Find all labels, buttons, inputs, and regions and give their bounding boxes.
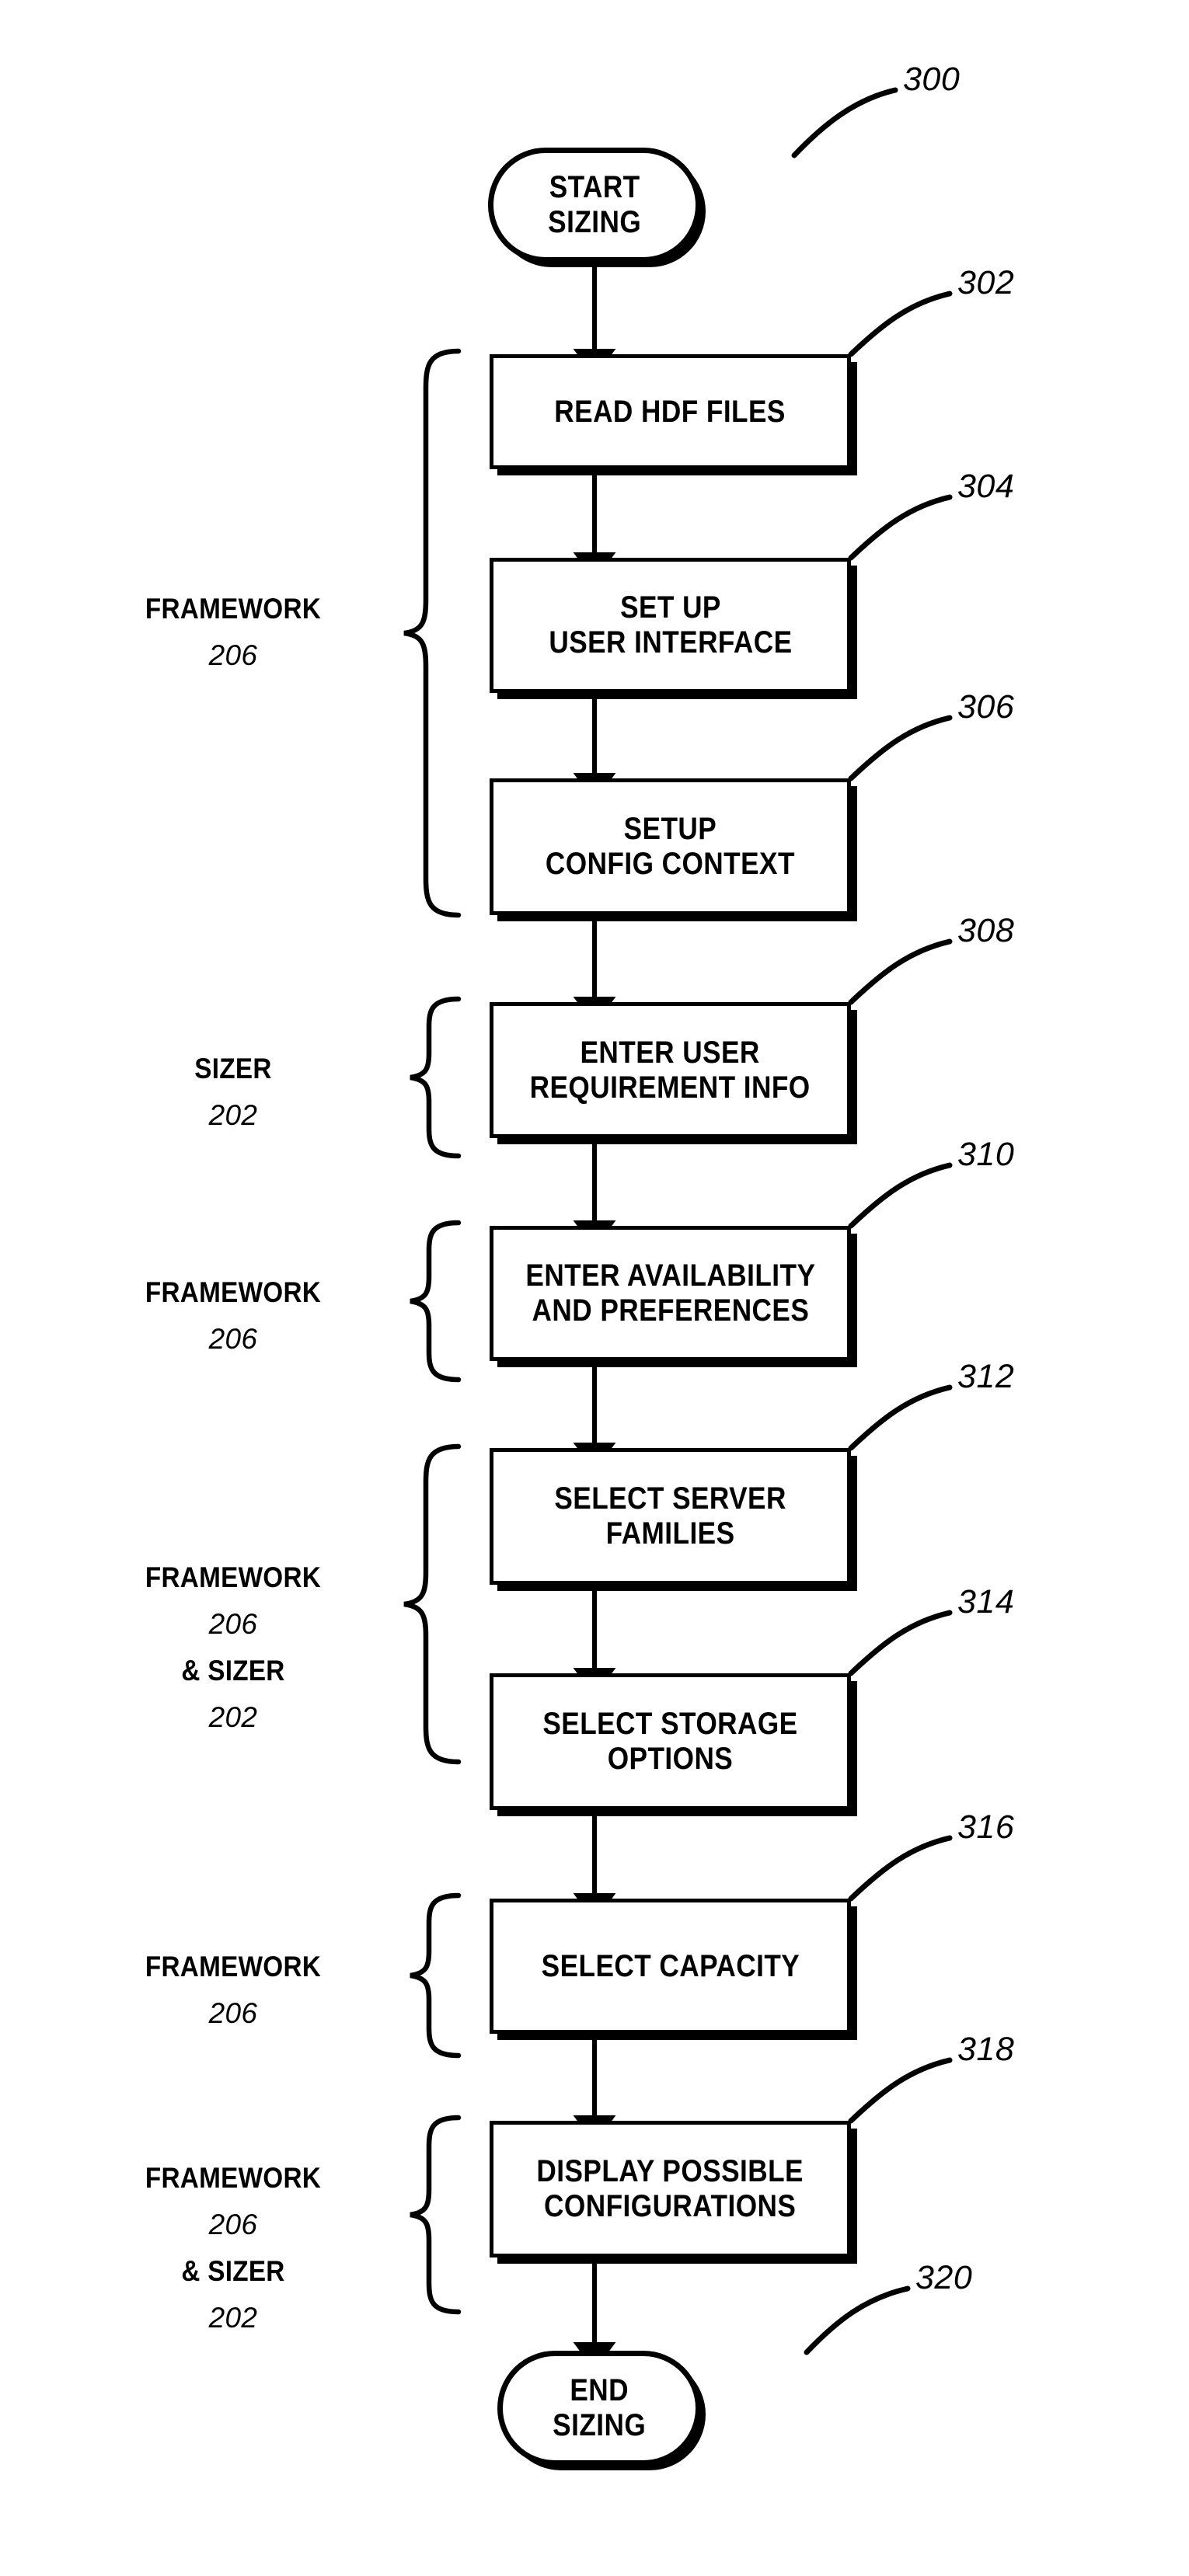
brace-group-framework-sizer-2 bbox=[410, 2115, 462, 2315]
group-label-framework-sizer-2-line-3: & SIZER bbox=[181, 2254, 285, 2287]
leader-300 bbox=[791, 87, 898, 158]
leader-306 bbox=[848, 715, 953, 782]
group-label-framework-sizer-2: FRAMEWORK 206 & SIZER 202 bbox=[78, 2148, 389, 2348]
node-select-server-families-label: SELECT SERVER FAMILIES bbox=[554, 1481, 786, 1551]
group-label-framework-sizer-2-line-4: 202 bbox=[208, 2301, 258, 2334]
leader-310 bbox=[848, 1162, 953, 1229]
ref-numeral-310: 310 bbox=[957, 1136, 1015, 1173]
node-start-sizing-label: START SIZING bbox=[548, 170, 641, 239]
node-select-storage-options-label: SELECT STORAGE OPTIONS bbox=[542, 1707, 798, 1776]
group-label-framework-2-line-2: 206 bbox=[208, 1322, 258, 1355]
group-label-sizer-1-line-2: 202 bbox=[208, 1098, 258, 1131]
ref-numeral-316: 316 bbox=[957, 1808, 1015, 1846]
node-display-possible-configurations-label: DISPLAY POSSIBLE CONFIGURATIONS bbox=[536, 2154, 804, 2223]
group-label-framework-3-line-2: 206 bbox=[208, 1996, 258, 2029]
ref-numeral-320: 320 bbox=[915, 2259, 973, 2296]
figure-canvas: START SIZING 300 READ HDF FILES 302 SET … bbox=[0, 0, 1189, 2576]
node-enter-availability-and-preferences[interactable]: ENTER AVAILABILITY AND PREFERENCES bbox=[490, 1226, 851, 1361]
group-label-sizer-1-line-1: SIZER bbox=[194, 1053, 272, 1085]
node-end-sizing[interactable]: END SIZING bbox=[497, 2351, 701, 2466]
node-set-up-user-interface-label: SET UP USER INTERFACE bbox=[548, 590, 793, 660]
node-end-sizing-label: END SIZING bbox=[553, 2373, 646, 2442]
group-braces bbox=[403, 348, 462, 2315]
node-enter-availability-and-preferences-label: ENTER AVAILABILITY AND PREFERENCES bbox=[525, 1258, 815, 1328]
group-label-sizer-1: SIZER 202 bbox=[78, 1039, 389, 1146]
node-start-sizing[interactable]: START SIZING bbox=[488, 148, 701, 263]
group-label-framework-1-line-1: FRAMEWORK bbox=[145, 593, 322, 625]
ref-numeral-300: 300 bbox=[903, 61, 961, 98]
group-label-framework-1: FRAMEWORK 206 bbox=[78, 579, 389, 686]
node-select-capacity[interactable]: SELECT CAPACITY bbox=[490, 1899, 851, 2034]
group-label-framework-sizer-1-line-2: 206 bbox=[208, 1607, 258, 1640]
group-label-framework-3: FRAMEWORK 206 bbox=[78, 1937, 389, 2044]
leader-312 bbox=[848, 1384, 953, 1451]
group-label-framework-2-line-1: FRAMEWORK bbox=[145, 1276, 322, 1309]
ref-numeral-312: 312 bbox=[957, 1358, 1015, 1395]
brace-group-framework-3 bbox=[410, 1892, 462, 2059]
leader-320 bbox=[804, 2285, 911, 2355]
ref-numeral-318: 318 bbox=[957, 2031, 1015, 2068]
leader-314 bbox=[848, 1610, 953, 1676]
group-label-framework-sizer-1-line-3: & SIZER bbox=[181, 1654, 285, 1687]
brace-group-framework-sizer-1 bbox=[403, 1443, 462, 1765]
node-enter-user-requirement-info-label: ENTER USER REQUIREMENT INFO bbox=[529, 1035, 811, 1105]
ref-numeral-306: 306 bbox=[957, 688, 1015, 726]
ref-numeral-304: 304 bbox=[957, 468, 1015, 505]
group-label-framework-sizer-1: FRAMEWORK 206 & SIZER 202 bbox=[78, 1547, 389, 1748]
leader-302 bbox=[848, 291, 953, 357]
leader-316 bbox=[848, 1835, 953, 1902]
ref-numeral-302: 302 bbox=[957, 264, 1015, 301]
group-label-framework-sizer-2-line-2: 206 bbox=[208, 2208, 258, 2240]
group-label-framework-1-line-2: 206 bbox=[208, 639, 258, 671]
node-select-server-families[interactable]: SELECT SERVER FAMILIES bbox=[490, 1448, 851, 1585]
node-read-hdf-files-label: READ HDF FILES bbox=[554, 394, 786, 429]
node-setup-config-context-label: SETUP CONFIG CONTEXT bbox=[545, 812, 796, 881]
ref-numeral-314: 314 bbox=[957, 1583, 1015, 1620]
group-label-framework-2: FRAMEWORK 206 bbox=[78, 1262, 389, 1370]
leader-308 bbox=[848, 938, 953, 1005]
group-label-framework-sizer-2-line-1: FRAMEWORK bbox=[145, 2162, 322, 2195]
leader-304 bbox=[848, 494, 953, 561]
ref-numeral-308: 308 bbox=[957, 912, 1015, 949]
node-select-storage-options[interactable]: SELECT STORAGE OPTIONS bbox=[490, 1673, 851, 1810]
node-read-hdf-files[interactable]: READ HDF FILES bbox=[490, 354, 851, 469]
leader-318 bbox=[848, 2057, 953, 2124]
brace-group-sizer-1 bbox=[410, 996, 462, 1159]
group-label-framework-3-line-1: FRAMEWORK bbox=[145, 1951, 322, 1983]
node-select-capacity-label: SELECT CAPACITY bbox=[541, 1948, 800, 1983]
group-label-framework-sizer-1-line-1: FRAMEWORK bbox=[145, 1561, 322, 1594]
group-label-framework-sizer-1-line-4: 202 bbox=[208, 1701, 258, 1733]
node-setup-config-context[interactable]: SETUP CONFIG CONTEXT bbox=[490, 778, 851, 915]
brace-group-framework-1 bbox=[403, 348, 462, 918]
node-set-up-user-interface[interactable]: SET UP USER INTERFACE bbox=[490, 558, 851, 693]
brace-group-framework-2 bbox=[410, 1220, 462, 1383]
node-display-possible-configurations[interactable]: DISPLAY POSSIBLE CONFIGURATIONS bbox=[490, 2121, 851, 2257]
node-enter-user-requirement-info[interactable]: ENTER USER REQUIREMENT INFO bbox=[490, 1002, 851, 1138]
